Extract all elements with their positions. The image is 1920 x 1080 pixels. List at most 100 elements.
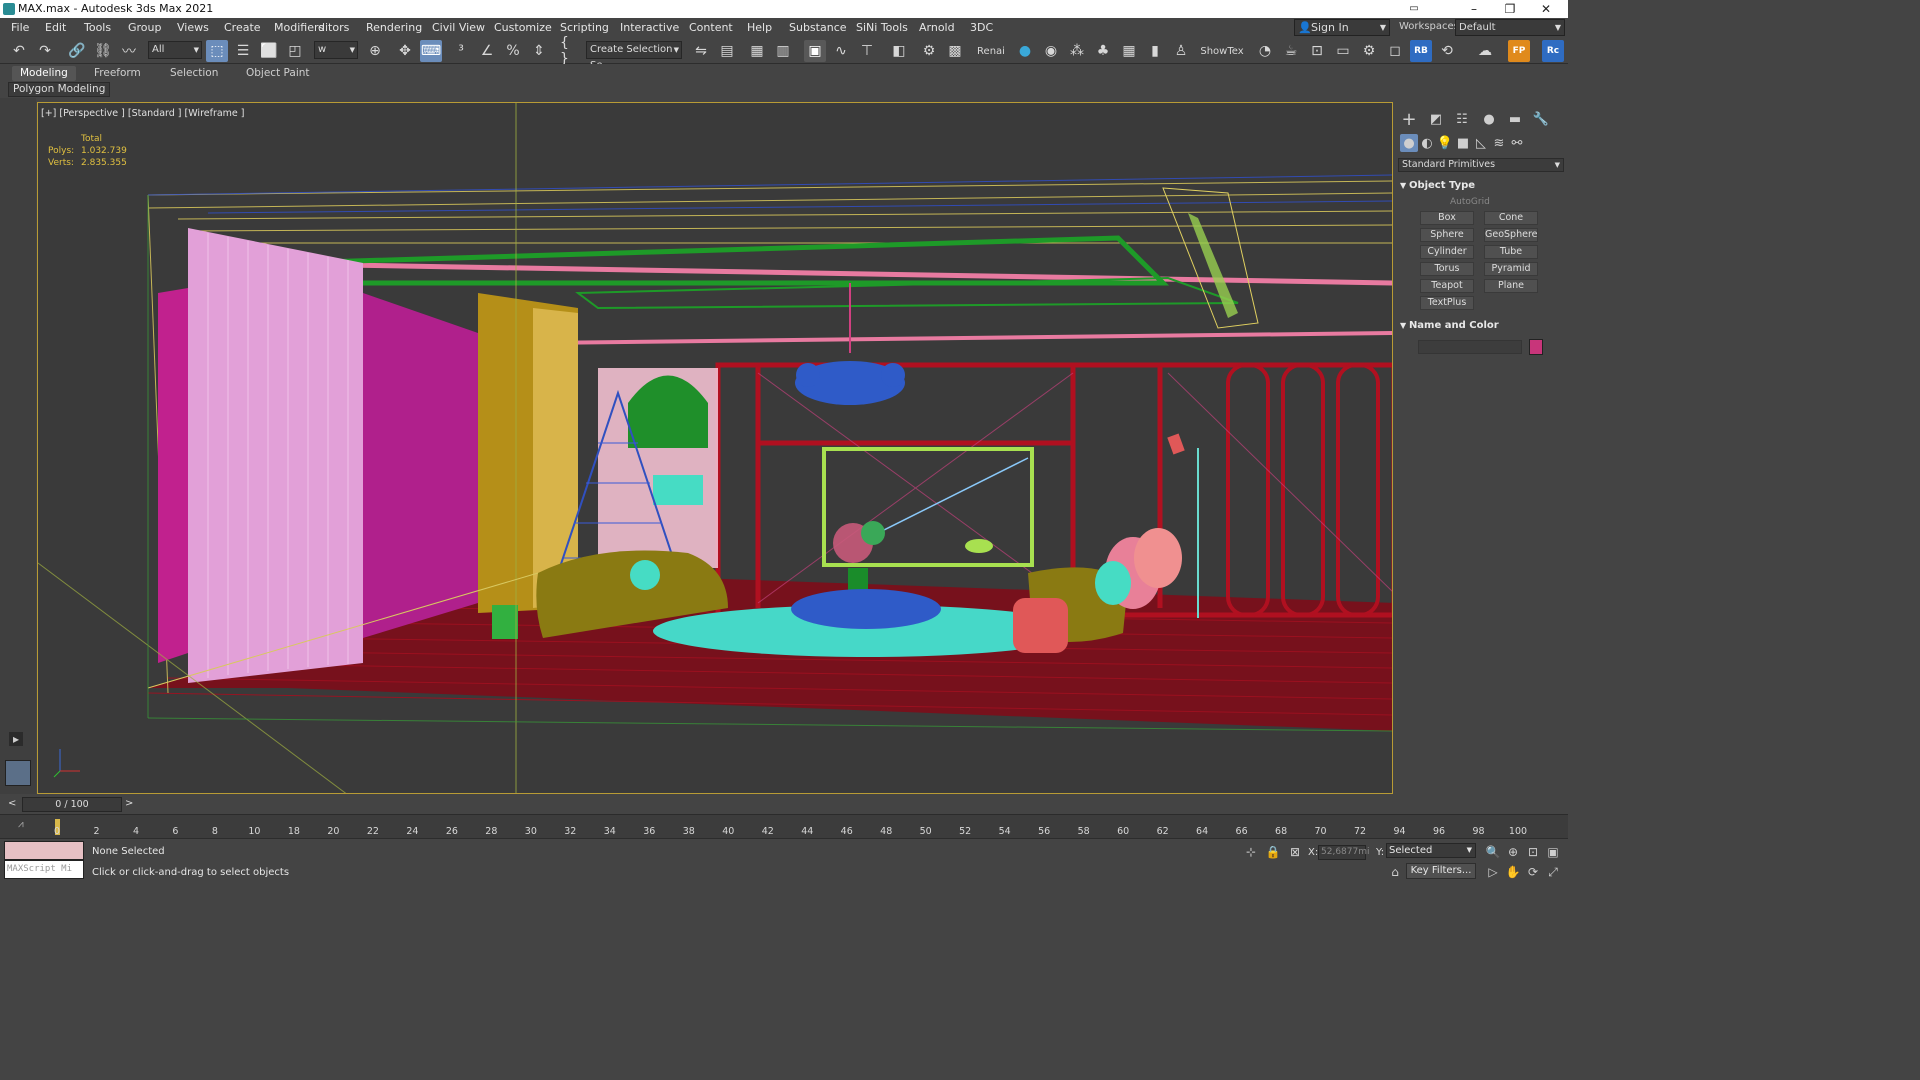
select-by-name-icon[interactable]: ☰ [232, 40, 254, 62]
tab-freeform[interactable]: Freeform [86, 66, 149, 81]
menu-help[interactable]: Help [747, 21, 772, 34]
display-tab-icon[interactable]: ▬ [1506, 110, 1524, 128]
move-icon[interactable]: ✥ [394, 40, 416, 62]
cameras-icon[interactable]: ■ [1454, 134, 1472, 152]
light-icon[interactable]: ● [1014, 40, 1036, 62]
menu-file[interactable]: File [11, 21, 29, 34]
reference-coord-select[interactable]: w ▼ [314, 41, 358, 59]
rc-button[interactable]: Rc [1542, 40, 1564, 62]
rb-button[interactable]: RB [1410, 40, 1432, 62]
menu-interactive[interactable]: Interactive [620, 21, 679, 34]
object-type-rollout[interactable]: ▼ Object Type [1400, 180, 1475, 191]
curve-editor-icon[interactable]: ∿ [830, 40, 852, 62]
camera-icon[interactable]: ▭ [1332, 40, 1354, 62]
modify-tab-icon[interactable]: ◩ [1427, 110, 1445, 128]
menu-create[interactable]: Create [224, 21, 261, 34]
hierarchy-tab-icon[interactable]: ☷ [1453, 110, 1471, 128]
sphere-light-icon[interactable]: ◉ [1040, 40, 1062, 62]
autogrid-checkbox[interactable]: AutoGrid [1450, 197, 1490, 207]
selection-region-icon[interactable]: ⬜ [258, 40, 280, 62]
track-bar[interactable]: ⩘ 0 2 4 6 8 10 18 20 22 24 26 28 30 32 34 36 38 40 42 44 46 4… [0, 814, 1568, 838]
shapes-icon[interactable]: ◐ [1418, 134, 1436, 152]
frame-counter[interactable]: 0 / 100 [22, 797, 122, 812]
close-button[interactable]: ✕ [1528, 0, 1564, 18]
snaps-toggle-icon[interactable]: ³ [450, 40, 472, 62]
tab-modeling[interactable]: Modeling [12, 66, 76, 81]
tab-object-paint[interactable]: Object Paint [238, 66, 318, 81]
selection-filter-select[interactable]: All ▼ [148, 41, 202, 59]
systems-icon[interactable]: ⚯ [1508, 134, 1526, 152]
scene-explorer-icon[interactable]: ▦ [746, 40, 768, 62]
zoom-extents-all-icon[interactable]: ▣ [1546, 845, 1560, 859]
create-tab-icon[interactable]: + [1400, 109, 1418, 130]
restore-button[interactable]: ❐ [1492, 0, 1528, 18]
key-filters-button[interactable]: Key Filters... [1406, 863, 1476, 879]
teapot-icon[interactable]: ☁ [1474, 40, 1496, 62]
name-color-rollout[interactable]: ▼ Name and Color [1400, 320, 1499, 331]
rotate-view-icon[interactable]: ⟲ [1436, 40, 1458, 62]
redo-icon[interactable]: ↷ [34, 40, 56, 62]
zoom-extents-icon[interactable]: ⊡ [1526, 845, 1540, 859]
menu-substance[interactable]: Substance [789, 21, 847, 34]
unlink-icon[interactable]: ⛓ [92, 40, 114, 62]
menu-arnold[interactable]: Arnold [919, 21, 955, 34]
cone-button[interactable]: Cone [1484, 211, 1538, 225]
menu-views[interactable]: Views [177, 21, 209, 34]
menu-modifiers[interactable]: Modifiers [274, 21, 324, 34]
plane-button[interactable]: Plane [1484, 279, 1538, 293]
cylinder-button[interactable]: Cylinder [1420, 245, 1474, 259]
menu-content[interactable]: Content [689, 21, 733, 34]
render-elements-icon[interactable]: ⚙ [1358, 40, 1380, 62]
teapot-render-icon[interactable]: ☕ [1280, 40, 1302, 62]
sign-in-dropdown[interactable]: 👤 Sign In ▼ [1294, 19, 1390, 36]
menu-edit[interactable]: Edit [45, 21, 66, 34]
object-color-swatch[interactable] [1529, 339, 1543, 355]
select-object-icon[interactable]: ⬚ [206, 40, 228, 62]
play-icon[interactable]: ▸ [9, 732, 23, 746]
set-key-icon[interactable]: ⌂ [1388, 865, 1402, 879]
menu-tools[interactable]: Tools [84, 21, 111, 34]
object-name-input[interactable] [1418, 340, 1522, 354]
helpers-icon[interactable]: ◺ [1472, 134, 1490, 152]
person-icon[interactable]: ♙ [1170, 40, 1192, 62]
pivot-center-icon[interactable]: ⊕ [364, 40, 386, 62]
menu-editors[interactable]: ditors [318, 21, 349, 34]
measure-icon[interactable]: ▮ [1144, 40, 1166, 62]
maxscript-mini-input[interactable]: MAXScript Mi [4, 860, 84, 879]
space-warps-icon[interactable]: ≋ [1490, 134, 1508, 152]
percent-snap-icon[interactable]: % [502, 40, 524, 62]
maxscript-listener[interactable] [4, 841, 84, 860]
layer-explorer-icon[interactable]: ▥ [772, 40, 794, 62]
angle-snap-icon[interactable]: ∠ [476, 40, 498, 62]
tab-selection[interactable]: Selection [162, 66, 226, 81]
absolute-mode-icon[interactable]: ⊠ [1288, 845, 1302, 859]
time-slider[interactable]: < 0 / 100 > [0, 796, 1568, 814]
edit-named-selection-icon[interactable]: { } [560, 35, 582, 67]
pan-icon[interactable]: ✋ [1506, 865, 1521, 879]
render-setup-icon[interactable]: ⚙ [918, 40, 940, 62]
torus-button[interactable]: Torus [1420, 262, 1474, 276]
showtex-button[interactable]: ShowTex [1198, 40, 1246, 62]
prev-frame-icon[interactable]: < [8, 798, 16, 809]
next-frame-icon[interactable]: > [125, 798, 133, 809]
vray-frame-icon[interactable]: ⊡ [1306, 40, 1328, 62]
polygon-modeling-panel[interactable]: Polygon Modeling [8, 82, 111, 97]
utilities-tab-icon[interactable]: 🔧 [1532, 110, 1550, 128]
keyboard-shortcut-override-icon[interactable]: ⌨ [420, 40, 442, 62]
lights-icon[interactable]: 💡 [1436, 134, 1454, 152]
menu-civil-view[interactable]: Civil View [432, 21, 485, 34]
viewcube-thumbnail[interactable] [5, 760, 31, 786]
field-of-view-icon[interactable]: ▷ [1486, 865, 1500, 879]
teapot-button[interactable]: Teapot [1420, 279, 1474, 293]
mirror-icon[interactable]: ⇋ [690, 40, 712, 62]
rename-objects-button[interactable]: Renai [970, 40, 1012, 62]
box-button[interactable]: Box [1420, 211, 1474, 225]
isolate-selection-icon[interactable]: ⊹ [1244, 845, 1258, 859]
window-crossing-icon[interactable]: ◰ [284, 40, 306, 62]
zoom-all-icon[interactable]: ⊕ [1506, 845, 1520, 859]
undo-icon[interactable]: ↶ [8, 40, 30, 62]
primitive-category-select[interactable]: Standard Primitives ▼ [1398, 158, 1564, 172]
menu-rendering[interactable]: Rendering [366, 21, 422, 34]
link-icon[interactable]: 🔗 [66, 40, 88, 62]
menu-customize[interactable]: Customize [494, 21, 552, 34]
